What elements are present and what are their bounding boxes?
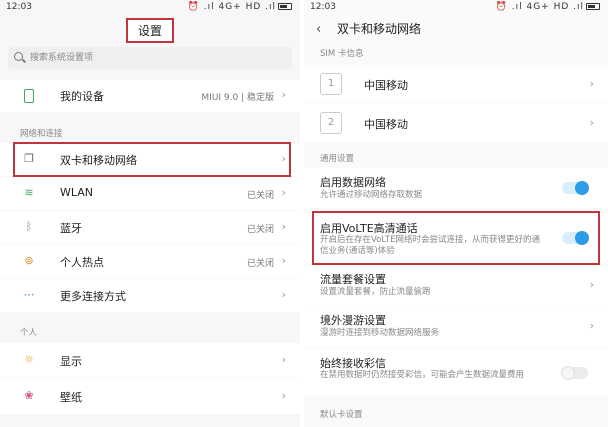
section-general-label: 通用设置	[320, 154, 355, 164]
setting-volte[interactable]: 启用VoLTE高清通话 开启后在存在VoLTE网络时会尝试连接，从而获得更好的通…	[304, 214, 608, 264]
battery-icon	[278, 3, 292, 10]
section-network-label: 网络和连接	[20, 129, 63, 139]
volte-desc: 开启后在存在VoLTE网络时会尝试连接，从而获得更好的通信业务(通话等)体验	[320, 235, 540, 256]
chevron-right-icon: ›	[589, 319, 594, 332]
dual-sim-screen: 12:03 ⏰ .ıl 4G+ HD .ıl ‹ 双卡和移动网络 SIM 卡信息…	[304, 0, 608, 427]
my-device-value: MIUI 9.0 | 稳定版	[201, 93, 274, 103]
wallpaper-label: 壁纸	[60, 391, 82, 404]
back-arrow-icon[interactable]: ‹	[316, 22, 321, 37]
bluetooth-label: 蓝牙	[60, 222, 82, 235]
my-device-row[interactable]: 我的设备 MIUI 9.0 | 稳定版 ›	[0, 80, 300, 112]
sim-slot-2-icon: 2	[320, 112, 342, 134]
battery-icon	[586, 3, 600, 10]
wlan-label: WLAN	[60, 186, 94, 199]
dual-sim-label: 双卡和移动网络	[60, 154, 137, 167]
bluetooth-icon: ᛒ	[25, 220, 33, 233]
data-plan-title: 流量套餐设置	[320, 273, 386, 286]
section-default-label: 默认卡设置	[320, 410, 363, 420]
search-icon	[14, 52, 23, 61]
sim-2-name: 中国移动	[364, 118, 408, 131]
roaming-desc: 漫游时连接到移动数据网络服务	[320, 328, 440, 338]
chevron-right-icon: ›	[281, 389, 286, 402]
volte-title: 启用VoLTE高清通话	[320, 222, 418, 235]
page-title-text: 设置	[125, 18, 174, 43]
status-icons-text: ⏰ .ıl 4G+ HD .ıl	[495, 2, 584, 12]
toggle-knob	[561, 366, 575, 380]
page-title: 双卡和移动网络	[337, 22, 422, 36]
status-icons: ⏰ .ıl 4G+ HD .ıl	[496, 2, 600, 12]
more-icon: ⋯	[23, 288, 35, 301]
chevron-right-icon: ›	[281, 88, 286, 101]
sidebar-item-hotspot[interactable]: ⊚ 个人热点 已关闭 ›	[0, 245, 300, 278]
chevron-right-icon: ›	[281, 353, 286, 366]
volte-toggle[interactable]	[562, 231, 589, 245]
hotspot-status: 已关闭	[246, 259, 274, 269]
page-title: 设置	[0, 18, 300, 43]
display-icon: ☼	[24, 353, 34, 366]
search-placeholder: 搜索系统设置项	[30, 53, 94, 63]
sim-1-name: 中国移动	[364, 79, 408, 92]
chevron-right-icon: ›	[589, 278, 594, 291]
setting-data-plan[interactable]: 流量套餐设置 设置流量套餐，防止流量偷跑 ›	[304, 266, 608, 306]
setting-data-network[interactable]: 启用数据网络 允许通过移动网络存取数据	[304, 168, 608, 208]
section-sim-label: SIM 卡信息	[320, 49, 364, 59]
data-network-title: 启用数据网络	[320, 176, 386, 189]
chevron-right-icon: ›	[589, 116, 594, 129]
status-time: 12:03	[6, 2, 32, 12]
data-network-desc: 允许通过移动网络存取数据	[320, 190, 423, 200]
status-time: 12:03	[310, 2, 336, 12]
toggle-knob	[575, 181, 589, 195]
my-device-label: 我的设备	[60, 90, 104, 103]
wlan-status: 已关闭	[246, 191, 274, 201]
sidebar-item-display[interactable]: ☼ 显示 ›	[0, 343, 300, 377]
chevron-right-icon: ›	[281, 254, 286, 267]
chevron-right-icon: ›	[281, 186, 286, 199]
status-bar: 12:03 ⏰ .ıl 4G+ HD .ıl	[0, 0, 300, 14]
page-header: ‹ 双卡和移动网络	[316, 20, 421, 37]
status-icons-text: ⏰ .ıl 4G+ HD .ıl	[187, 2, 276, 12]
setting-roaming[interactable]: 境外漫游设置 漫游时连接到移动数据网络服务 ›	[304, 307, 608, 347]
roaming-title: 境外漫游设置	[320, 314, 386, 327]
mms-desc: 在禁用数据时仍然接受彩信，可能会产生数据流量费用	[320, 370, 525, 380]
setting-mms[interactable]: 始终接收彩信 在禁用数据时仍然接受彩信，可能会产生数据流量费用	[304, 350, 608, 396]
sim-slot-1-icon: 1	[320, 73, 342, 95]
device-icon	[24, 89, 34, 103]
status-bar: 12:03 ⏰ .ıl 4G+ HD .ıl	[304, 0, 608, 14]
chevron-right-icon: ›	[281, 288, 286, 301]
sim-card-icon: ❐	[24, 152, 34, 165]
hotspot-label: 个人热点	[60, 256, 104, 269]
toggle-knob	[575, 231, 589, 245]
bluetooth-status: 已关闭	[246, 225, 274, 235]
mms-toggle[interactable]	[561, 366, 588, 380]
sidebar-item-bluetooth[interactable]: ᛒ 蓝牙 已关闭 ›	[0, 211, 300, 244]
settings-screen: 12:03 ⏰ .ıl 4G+ HD .ıl 设置 搜索系统设置项 我的设备 M…	[0, 0, 300, 427]
more-connections-label: 更多连接方式	[60, 290, 126, 303]
section-personal-label: 个人	[20, 328, 38, 338]
sidebar-item-wlan[interactable]: ≋ WLAN 已关闭 ›	[0, 177, 300, 210]
sim-row-2[interactable]: 2 中国移动 ›	[304, 104, 608, 142]
mms-title: 始终接收彩信	[320, 357, 386, 370]
chevron-right-icon: ›	[281, 152, 286, 165]
wallpaper-icon: ❀	[24, 389, 34, 402]
display-label: 显示	[60, 355, 82, 368]
chevron-right-icon: ›	[589, 77, 594, 90]
sidebar-item-more-connections[interactable]: ⋯ 更多连接方式 ›	[0, 279, 300, 312]
sidebar-item-dual-sim[interactable]: ❐ 双卡和移动网络 ›	[0, 143, 300, 176]
wifi-icon: ≋	[24, 186, 34, 199]
sidebar-item-wallpaper[interactable]: ❀ 壁纸 ›	[0, 378, 300, 414]
sim-row-1[interactable]: 1 中国移动 ›	[304, 65, 608, 103]
hotspot-icon: ⊚	[24, 254, 34, 267]
search-input[interactable]: 搜索系统设置项	[8, 47, 292, 69]
data-plan-desc: 设置流量套餐，防止流量偷跑	[320, 287, 431, 297]
chevron-right-icon: ›	[281, 220, 286, 233]
status-icons: ⏰ .ıl 4G+ HD .ıl	[188, 2, 292, 12]
data-network-toggle[interactable]	[562, 181, 589, 195]
